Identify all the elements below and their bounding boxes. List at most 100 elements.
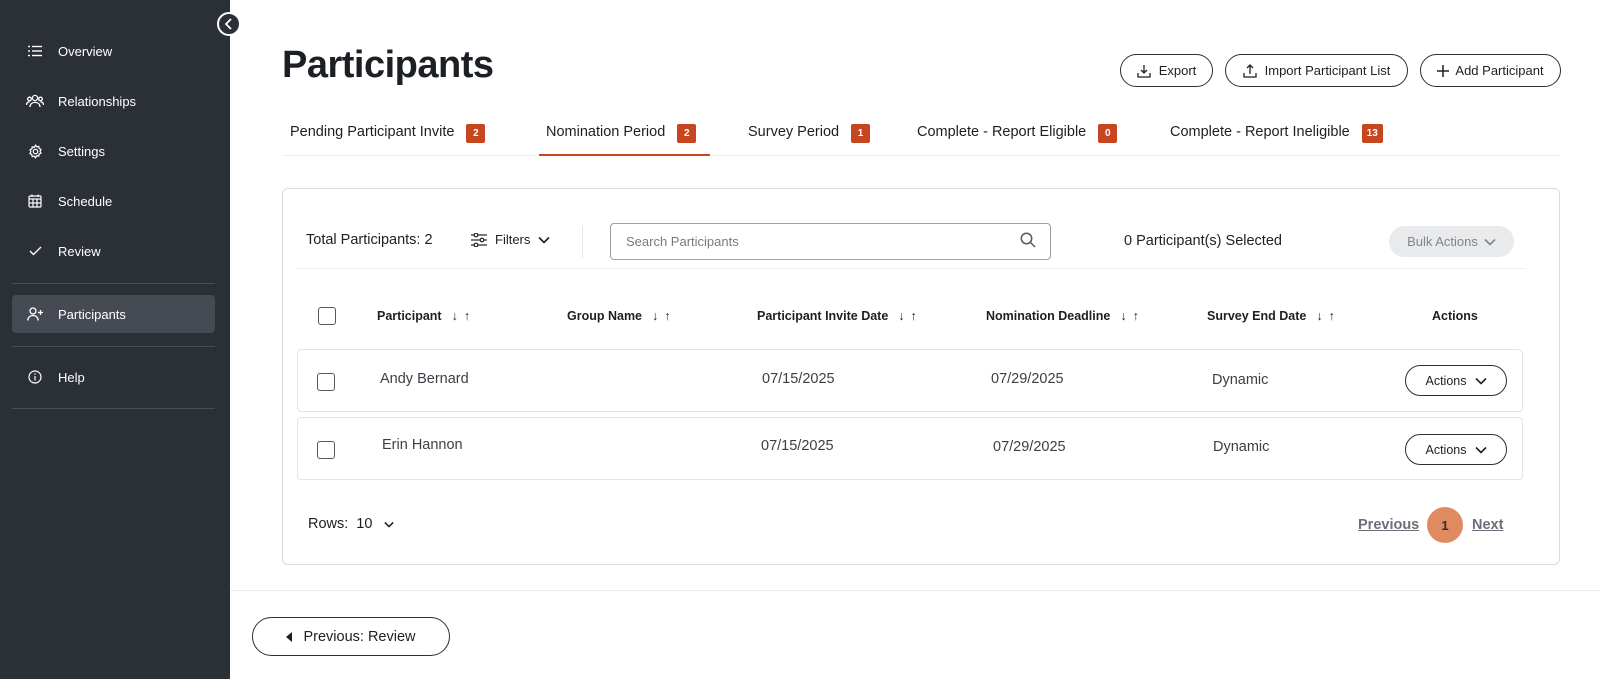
sidebar-item-label: Schedule bbox=[58, 193, 113, 209]
invite-date: 07/15/2025 bbox=[761, 438, 834, 454]
column-label: Actions bbox=[1432, 309, 1478, 323]
sidebar-item-settings[interactable]: Settings bbox=[12, 132, 215, 170]
column-header-participant: Participant ↓ ↑ bbox=[377, 309, 470, 323]
rows-select[interactable]: 10 bbox=[356, 516, 372, 532]
rows-label: Rows: bbox=[308, 516, 349, 532]
add-label: Add Participant bbox=[1455, 63, 1544, 78]
filters-button[interactable]: Filters bbox=[471, 232, 550, 247]
sidebar-item-label: Settings bbox=[58, 143, 105, 159]
add-participant-button[interactable]: Add Participant bbox=[1420, 54, 1561, 87]
sidebar-item-label: Review bbox=[58, 243, 101, 259]
tab-nomination-period[interactable]: Nomination Period 2 bbox=[539, 115, 710, 156]
participant-name: Andy Bernard bbox=[380, 371, 469, 387]
calendar-icon bbox=[26, 192, 44, 210]
collapse-sidebar-button[interactable] bbox=[217, 12, 241, 36]
column-label: Group Name bbox=[567, 309, 643, 323]
import-participant-list-button[interactable]: Import Participant List bbox=[1225, 54, 1408, 87]
footer-divider bbox=[230, 590, 1600, 591]
table-row bbox=[297, 349, 1523, 412]
sidebar-item-overview[interactable]: Overview bbox=[12, 32, 215, 70]
tab-pending-participant-invite[interactable]: Pending Participant Invite 2 bbox=[290, 115, 486, 156]
search-icon[interactable] bbox=[1020, 232, 1036, 253]
info-icon bbox=[26, 368, 44, 386]
row-actions-button[interactable]: Actions bbox=[1405, 434, 1507, 465]
column-label: Nomination Deadline bbox=[986, 309, 1111, 323]
sidebar-item-label: Overview bbox=[58, 43, 113, 59]
sort-asc-icon[interactable]: ↑ bbox=[664, 309, 670, 323]
bulk-actions-button[interactable]: Bulk Actions bbox=[1389, 226, 1514, 257]
column-header-survey-end-date: Survey End Date ↓ ↑ bbox=[1207, 309, 1335, 323]
people-icon bbox=[26, 92, 44, 110]
tab-complete-report-ineligible[interactable]: Complete - Report Ineligible 13 bbox=[1170, 115, 1383, 156]
participant-name: Erin Hannon bbox=[382, 437, 463, 453]
caret-left-icon bbox=[286, 631, 293, 642]
page-title: Participants bbox=[282, 44, 494, 86]
row-checkbox[interactable] bbox=[317, 373, 335, 391]
chevron-down-icon[interactable] bbox=[384, 521, 395, 528]
sidebar-item-review[interactable]: Review bbox=[12, 232, 215, 270]
add-person-icon bbox=[26, 305, 44, 323]
row-checkbox[interactable] bbox=[317, 441, 335, 459]
plus-icon bbox=[1437, 64, 1450, 77]
download-icon bbox=[1137, 64, 1151, 78]
table-row bbox=[297, 417, 1523, 480]
count-badge: 2 bbox=[466, 124, 486, 143]
sidebar-item-help[interactable]: Help bbox=[12, 358, 215, 396]
sort-desc-icon[interactable]: ↓ bbox=[898, 309, 904, 323]
sort-desc-icon[interactable]: ↓ bbox=[652, 309, 658, 323]
list-icon bbox=[26, 42, 44, 60]
column-label: Survey End Date bbox=[1207, 309, 1307, 323]
sidebar-divider bbox=[12, 408, 215, 409]
sort-asc-icon[interactable]: ↑ bbox=[1329, 309, 1335, 323]
survey-end-date: Dynamic bbox=[1212, 372, 1269, 388]
tab-survey-period[interactable]: Survey Period 1 bbox=[748, 115, 871, 156]
sidebar-divider bbox=[12, 283, 215, 284]
sort-desc-icon[interactable]: ↓ bbox=[1120, 309, 1126, 323]
rows-per-page: Rows: 10 bbox=[308, 516, 395, 532]
total-participants: Total Participants: 2 bbox=[306, 232, 433, 248]
tab-label: Survey Period bbox=[748, 124, 840, 140]
sidebar-item-participants[interactable]: Participants bbox=[12, 295, 215, 333]
bulk-actions-label: Bulk Actions bbox=[1407, 234, 1478, 249]
count-badge: 13 bbox=[1361, 124, 1383, 143]
tab-complete-report-eligible[interactable]: Complete - Report Eligible 0 bbox=[917, 115, 1118, 156]
tab-label: Complete - Report Eligible bbox=[917, 124, 1087, 140]
check-icon bbox=[26, 242, 44, 260]
sidebar-item-schedule[interactable]: Schedule bbox=[12, 182, 215, 220]
actions-label: Actions bbox=[1425, 442, 1467, 457]
previous-page-link[interactable]: Previous bbox=[1358, 517, 1419, 533]
chevron-down-icon bbox=[1474, 377, 1487, 385]
chevron-down-icon bbox=[1474, 446, 1487, 454]
chevron-left-icon bbox=[224, 18, 234, 30]
sidebar-item-label: Relationships bbox=[58, 93, 137, 109]
upload-icon bbox=[1242, 63, 1257, 78]
previous-review-label: Previous: Review bbox=[303, 628, 416, 645]
sidebar-divider bbox=[12, 346, 215, 347]
page-number-current[interactable]: 1 bbox=[1427, 507, 1463, 543]
sort-desc-icon[interactable]: ↓ bbox=[1316, 309, 1322, 323]
previous-review-button[interactable]: Previous: Review bbox=[252, 617, 450, 656]
export-button[interactable]: Export bbox=[1120, 54, 1213, 87]
search-input[interactable] bbox=[610, 223, 1051, 260]
row-actions-button[interactable]: Actions bbox=[1405, 365, 1507, 396]
sort-desc-icon[interactable]: ↓ bbox=[452, 309, 458, 323]
survey-end-date: Dynamic bbox=[1213, 439, 1270, 455]
sidebar-item-label: Help bbox=[58, 369, 85, 385]
sidebar-item-relationships[interactable]: Relationships bbox=[12, 82, 215, 120]
selected-count: 0 Participant(s) Selected bbox=[1124, 233, 1282, 249]
column-header-nomination-deadline: Nomination Deadline ↓ ↑ bbox=[986, 309, 1139, 323]
column-label: Participant Invite Date bbox=[757, 309, 889, 323]
import-label: Import Participant List bbox=[1264, 63, 1391, 78]
nomination-deadline: 07/29/2025 bbox=[991, 371, 1064, 387]
chevron-down-icon bbox=[538, 236, 550, 244]
column-header-invite-date: Participant Invite Date ↓ ↑ bbox=[757, 309, 917, 323]
sort-asc-icon[interactable]: ↑ bbox=[464, 309, 470, 323]
tab-label: Nomination Period bbox=[546, 124, 666, 140]
sort-asc-icon[interactable]: ↑ bbox=[1133, 309, 1139, 323]
sort-asc-icon[interactable]: ↑ bbox=[911, 309, 917, 323]
export-label: Export bbox=[1158, 63, 1197, 78]
column-label: Participant bbox=[377, 309, 442, 323]
select-all-checkbox[interactable] bbox=[318, 307, 336, 325]
tab-label: Complete - Report Ineligible bbox=[1170, 124, 1350, 140]
next-page-link[interactable]: Next bbox=[1472, 517, 1503, 533]
